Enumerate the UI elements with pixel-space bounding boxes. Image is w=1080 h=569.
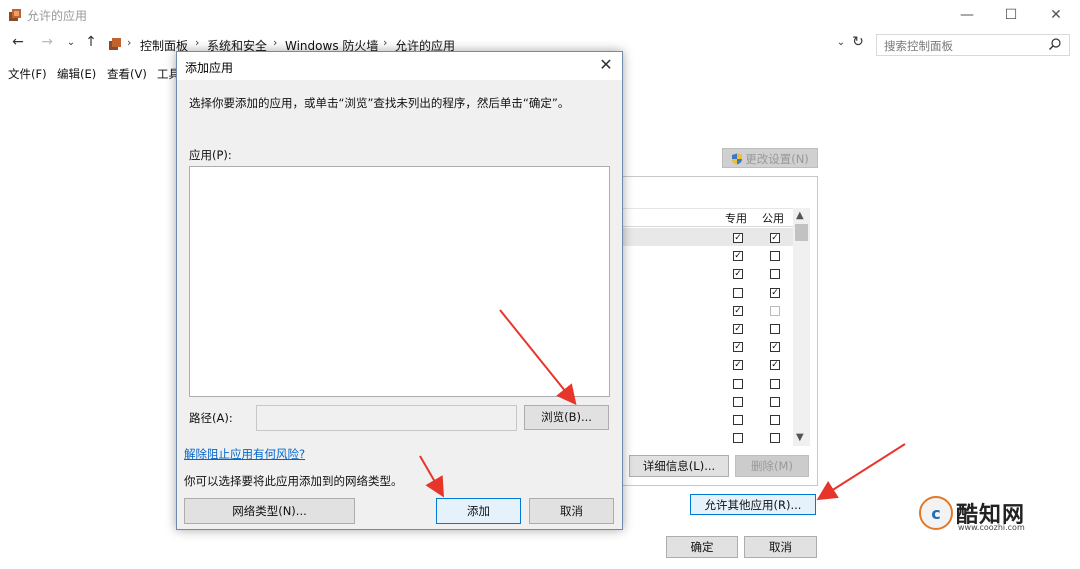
watermark-logo-icon: c: [919, 496, 953, 530]
watermark-url: www.coozhi.com: [958, 523, 1025, 532]
arrow-to-browse: [499, 309, 577, 406]
annotation-arrows: [419, 309, 906, 501]
arrow-to-allow-other: [816, 443, 906, 501]
svg-text:c: c: [931, 504, 940, 523]
arrow-to-add: [419, 455, 445, 498]
